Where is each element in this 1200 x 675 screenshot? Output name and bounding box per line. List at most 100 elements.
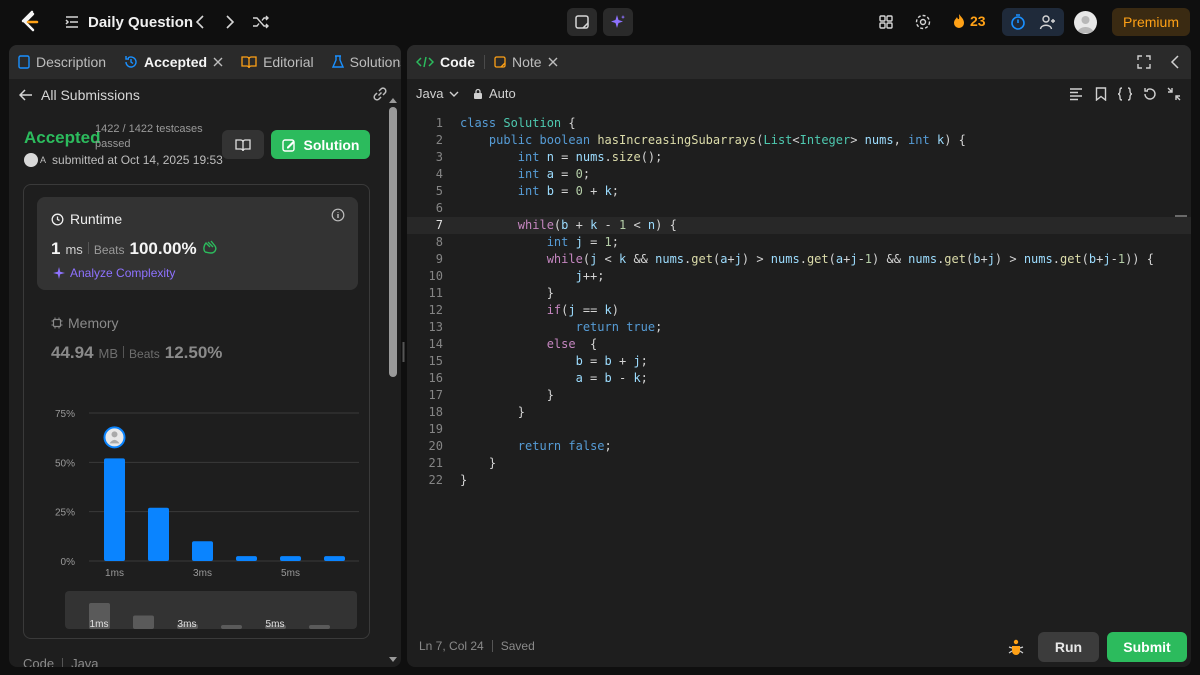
code-line[interactable]: 17 } xyxy=(407,387,1191,404)
memory-unit: MB xyxy=(98,346,119,361)
bar-3ms[interactable] xyxy=(192,541,213,561)
memory-title[interactable]: Memory xyxy=(51,315,119,331)
code-line[interactable]: 18 } xyxy=(407,404,1191,421)
braces-icon[interactable] xyxy=(1117,87,1133,104)
tab-solutions[interactable]: Solutions xyxy=(323,45,401,79)
panel-resize-handle[interactable] xyxy=(401,340,406,364)
maximize-icon[interactable] xyxy=(1137,55,1151,72)
layout-icon[interactable] xyxy=(877,13,895,31)
code-line[interactable]: 3 int n = nums.size(); xyxy=(407,149,1191,166)
tab-description[interactable]: Description xyxy=(9,45,115,79)
page-title[interactable]: Daily Question xyxy=(88,14,193,31)
autocomplete-toggle[interactable]: Auto xyxy=(473,86,516,101)
fullscreen-collapse-icon[interactable] xyxy=(1167,87,1181,104)
code-editor[interactable]: 1 class Solution {2 public boolean hasInc… xyxy=(407,115,1191,627)
collapse-panel-icon[interactable] xyxy=(1170,55,1180,72)
code-line[interactable]: 1 class Solution { xyxy=(407,115,1191,132)
code-line[interactable]: 16 a = b - k; xyxy=(407,370,1191,387)
post-solution-button[interactable]: Solution xyxy=(271,130,370,159)
code-line[interactable]: 11 } xyxy=(407,285,1191,302)
code-line[interactable]: 20 return false; xyxy=(407,438,1191,455)
runtime-beats-value: 100.00% xyxy=(129,239,197,258)
tab-code[interactable]: Code xyxy=(407,45,484,79)
code-line[interactable]: 6 xyxy=(407,200,1191,217)
description-icon xyxy=(18,55,30,69)
analyze-complexity-link[interactable]: Analyze Complexity xyxy=(53,266,175,280)
line-number: 17 xyxy=(428,388,443,402)
bookmark-icon[interactable] xyxy=(1095,87,1107,104)
code-line[interactable]: 13 return true; xyxy=(407,319,1191,336)
shuffle-icon[interactable] xyxy=(252,13,270,31)
tab-note[interactable]: Note xyxy=(485,45,567,79)
info-icon[interactable] xyxy=(331,208,345,225)
ai-assistant-button[interactable] xyxy=(603,8,633,36)
all-submissions-link[interactable]: All Submissions xyxy=(19,87,140,103)
line-number: 22 xyxy=(428,473,443,487)
problem-list-icon[interactable] xyxy=(64,14,80,30)
prev-question-icon[interactable] xyxy=(192,13,208,31)
left-scrollbar[interactable] xyxy=(387,97,399,667)
user-avatar[interactable] xyxy=(1074,11,1097,34)
bar-6ms[interactable] xyxy=(324,556,345,561)
memory-beats-value: 12.50% xyxy=(164,343,223,362)
editor-scroll-marker xyxy=(1175,215,1187,217)
bar-5ms[interactable] xyxy=(280,556,301,561)
premium-button[interactable]: Premium xyxy=(1112,8,1190,36)
code-line[interactable]: 12 if(j == k) xyxy=(407,302,1191,319)
save-status: Saved xyxy=(500,639,535,653)
memory-value-row[interactable]: 44.94 MB Beats 12.50% xyxy=(51,343,222,363)
submit-button[interactable]: Submit xyxy=(1107,632,1187,662)
code-line[interactable]: 5 int b = 0 + k; xyxy=(407,183,1191,200)
code-line[interactable]: 8 int j = 1; xyxy=(407,234,1191,251)
solution-button-label: Solution xyxy=(303,136,360,153)
code-line-text: else { xyxy=(546,337,598,351)
debug-icon[interactable] xyxy=(1008,638,1024,659)
user-avatar-small[interactable] xyxy=(24,153,38,167)
next-question-icon[interactable] xyxy=(222,13,238,31)
leetcode-logo-icon[interactable] xyxy=(18,10,42,34)
streak-counter[interactable]: 23 xyxy=(952,13,986,29)
scrollbar-thumb[interactable] xyxy=(389,107,397,377)
code-line[interactable]: 10 j++; xyxy=(407,268,1191,285)
code-line[interactable]: 9 while(j < k && nums.get(a+j) > nums.ge… xyxy=(407,251,1191,268)
notes-button[interactable] xyxy=(567,8,597,36)
your-submission-marker[interactable] xyxy=(103,426,126,449)
code-line[interactable]: 4 int a = 0; xyxy=(407,166,1191,183)
reset-code-icon[interactable] xyxy=(1143,87,1157,104)
history-icon xyxy=(125,56,137,68)
code-line[interactable]: 15 b = b + j; xyxy=(407,353,1191,370)
code-line-text: return false; xyxy=(517,439,612,453)
y-tick-label: 75% xyxy=(55,409,75,420)
tab-accepted[interactable]: Accepted xyxy=(115,45,232,79)
editor-panel: Code Note Java Auto 1 class Solution {2… xyxy=(407,45,1191,667)
code-language: Java xyxy=(71,656,99,667)
code-line[interactable]: 19 xyxy=(407,421,1191,438)
bar-1ms[interactable] xyxy=(104,458,125,561)
view-editorial-button[interactable] xyxy=(222,130,264,159)
submitted-time: submitted at Oct 14, 2025 19:53 xyxy=(52,153,223,167)
settings-gear-icon[interactable] xyxy=(914,13,932,31)
code-line[interactable]: 7 while(b + k - 1 < n) { xyxy=(407,217,1191,234)
code-line[interactable]: 14 else { xyxy=(407,336,1191,353)
code-line-text: } xyxy=(460,388,554,402)
bar-4ms[interactable] xyxy=(236,556,257,561)
distribution-minimap[interactable]: 1ms 3ms 5ms xyxy=(65,591,357,629)
all-submissions-label: All Submissions xyxy=(41,87,140,103)
tab-solutions-label: Solutions xyxy=(349,54,401,70)
book-icon xyxy=(241,56,257,69)
runtime-distribution-chart[interactable]: 0% 25% 50% 75% 1ms 3ms 5ms xyxy=(24,400,369,580)
language-select[interactable]: Java xyxy=(416,86,459,101)
runtime-box[interactable]: Runtime 1 ms Beats 100.00% Analyze Compl… xyxy=(37,197,358,290)
minimap-label: 3ms xyxy=(178,619,197,629)
line-number: 12 xyxy=(428,303,443,317)
bar-2ms[interactable] xyxy=(148,507,169,561)
stopwatch-icon[interactable] xyxy=(1008,12,1028,32)
run-button[interactable]: Run xyxy=(1038,632,1099,662)
add-friend-icon[interactable] xyxy=(1038,12,1058,32)
format-code-icon[interactable] xyxy=(1069,87,1083,104)
tab-editorial[interactable]: Editorial xyxy=(232,45,323,79)
code-line[interactable]: 21 } xyxy=(407,455,1191,472)
code-line[interactable]: 2 public boolean hasIncreasingSubarrays(… xyxy=(407,132,1191,149)
clap-icon xyxy=(202,240,217,254)
code-line[interactable]: 22} xyxy=(407,472,1191,489)
